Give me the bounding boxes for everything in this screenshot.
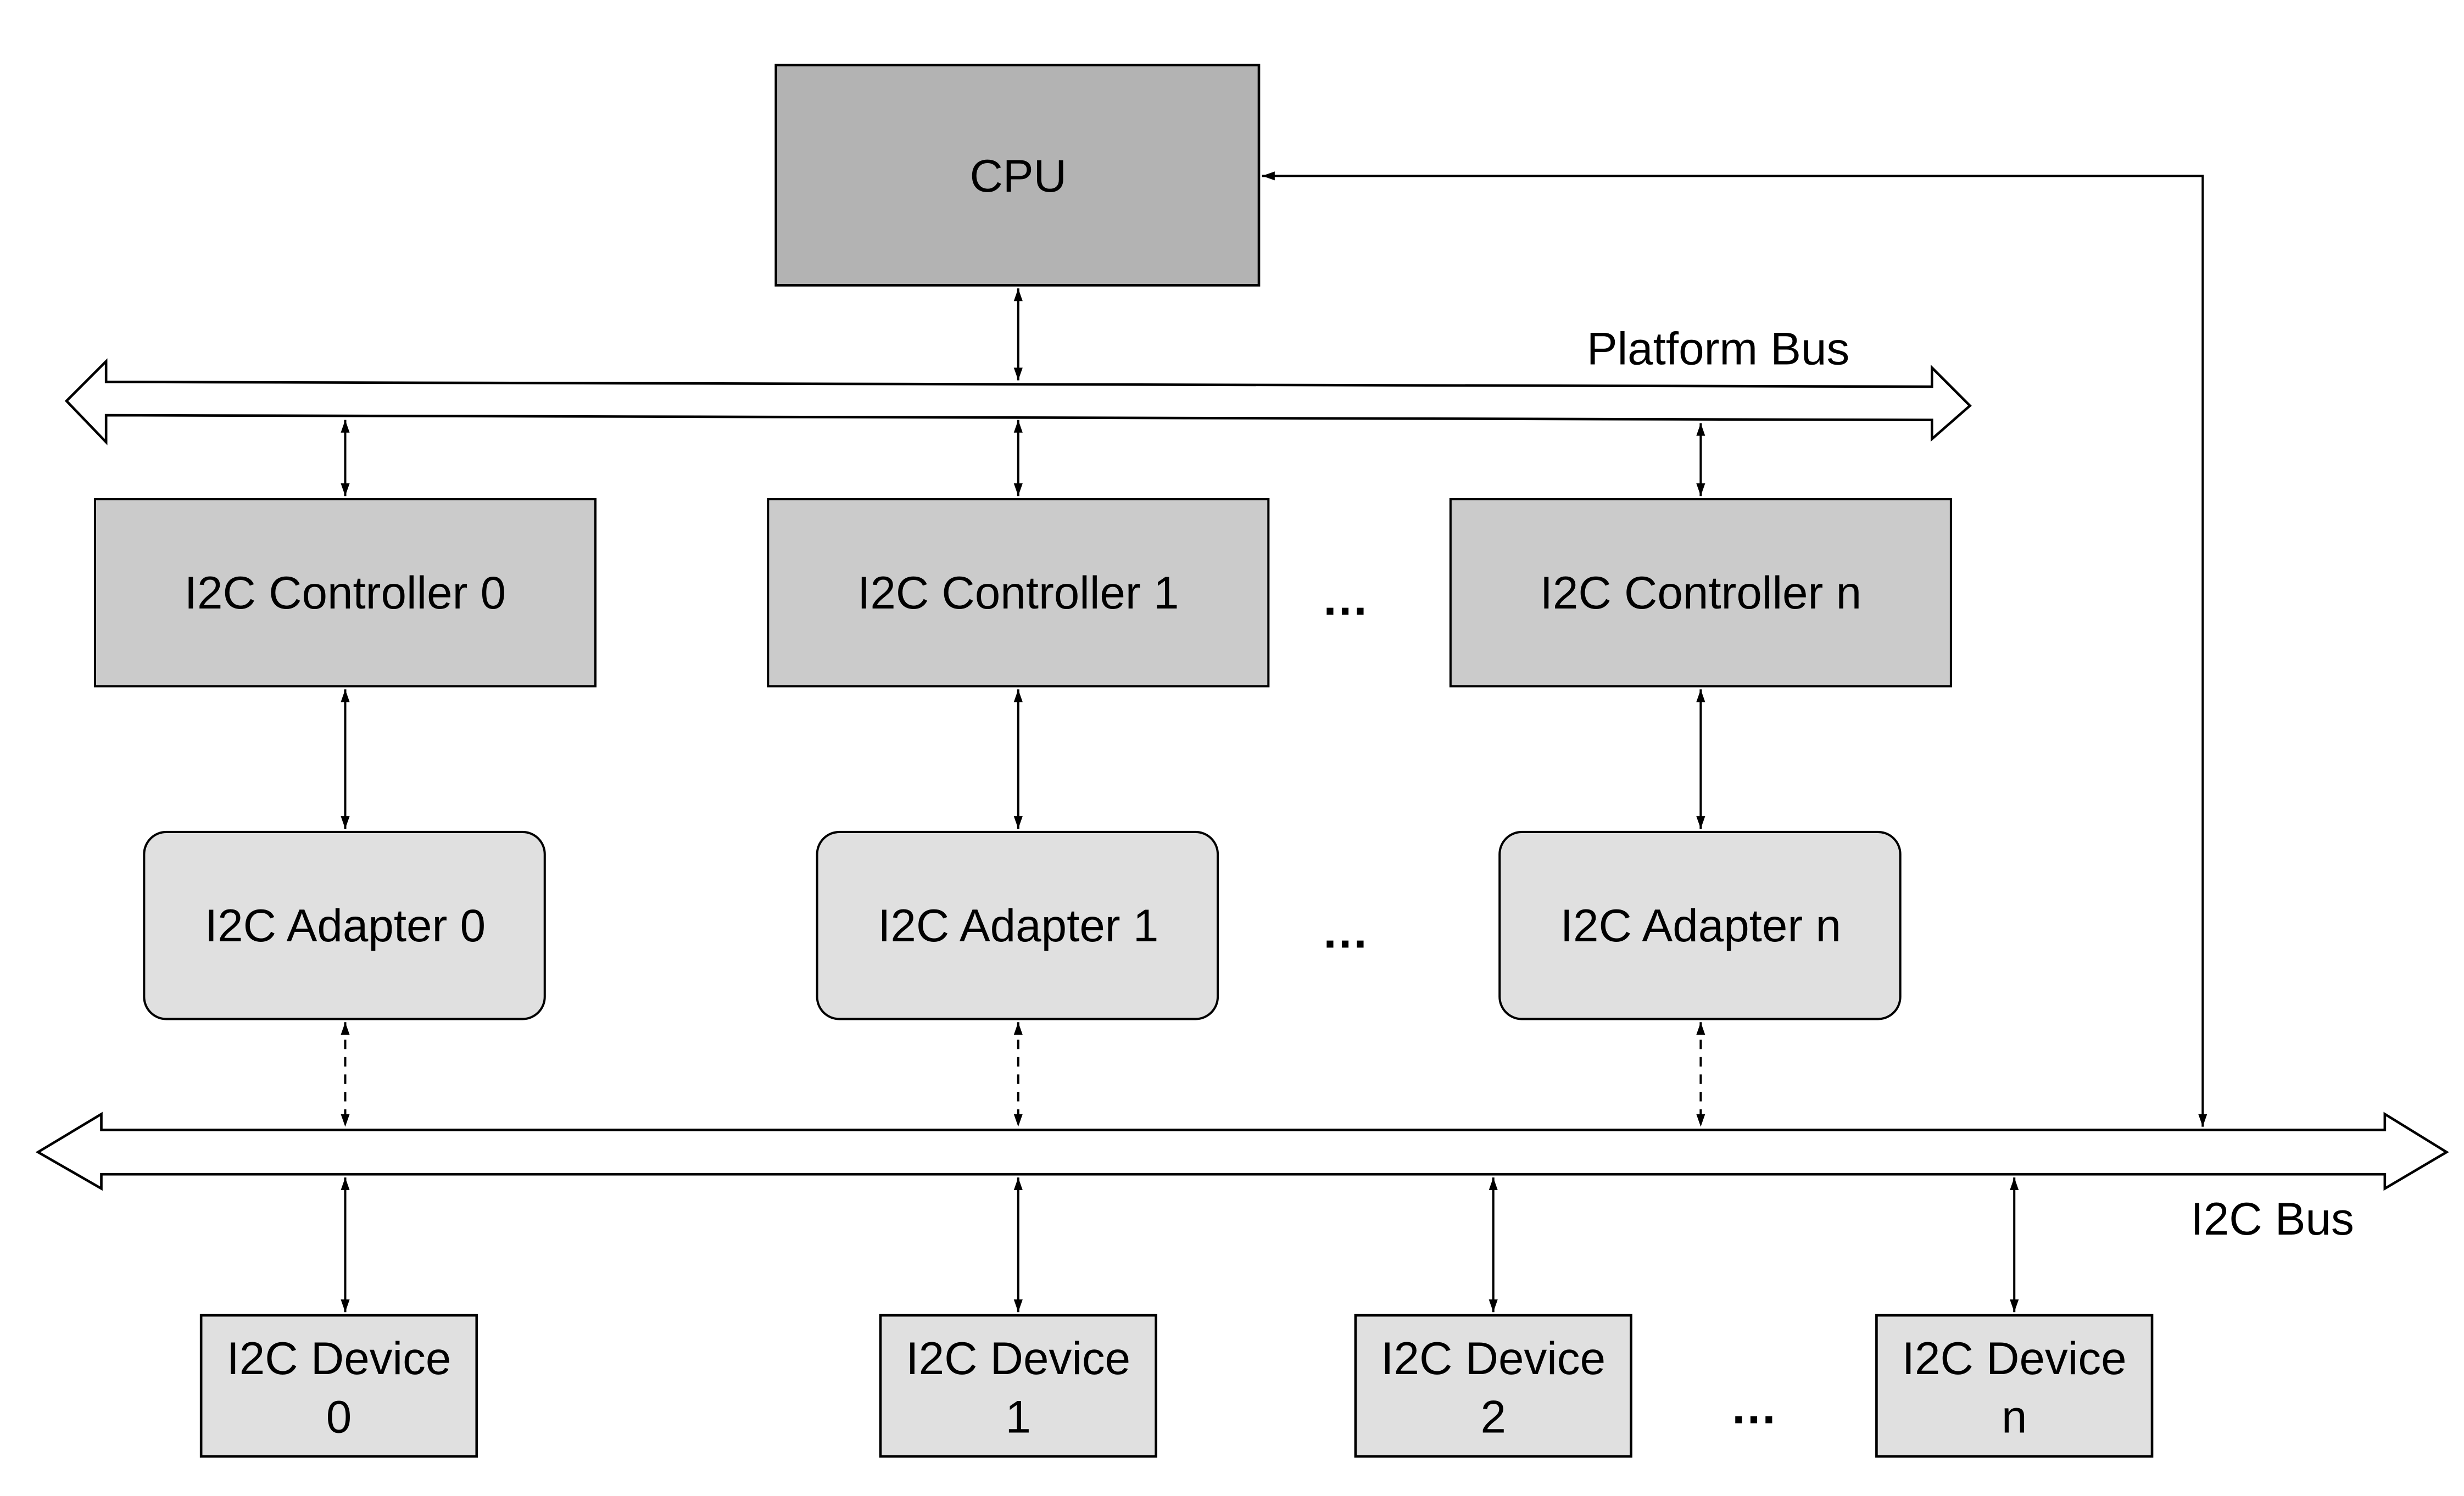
device-1-label-line1: I2C Device xyxy=(906,1332,1130,1384)
adapter-n-label: I2C Adapter n xyxy=(1560,900,1841,951)
device-2-label-line2: 2 xyxy=(1480,1391,1506,1443)
controller-n-label: I2C Controller n xyxy=(1540,567,1861,618)
controller-n[interactable]: I2C Controller n xyxy=(1449,498,1952,688)
i2c-bus-arrow xyxy=(35,1112,2449,1191)
device-0[interactable]: I2C Device 0 xyxy=(199,1314,478,1458)
cpu-label: CPU xyxy=(970,150,1067,202)
device-n-label-line1: I2C Device xyxy=(1902,1332,2127,1384)
i2c-architecture-diagram: Platform Bus I2C Bus CPU I2C Controller … xyxy=(35,64,2449,1458)
controllers-ellipsis: … xyxy=(1322,573,1370,626)
adapter-1-label: I2C Adapter 1 xyxy=(878,900,1158,951)
adapter-n[interactable]: I2C Adapter n xyxy=(1498,830,1902,1020)
adapters-ellipsis: … xyxy=(1322,906,1370,958)
devices-ellipsis: … xyxy=(1730,1381,1779,1433)
adapter-0-label: I2C Adapter 0 xyxy=(205,900,486,951)
device-1-label-line2: 1 xyxy=(1006,1391,1031,1443)
controller-1-label: I2C Controller 1 xyxy=(857,567,1179,618)
adapter-0[interactable]: I2C Adapter 0 xyxy=(143,830,546,1020)
controller-0-label: I2C Controller 0 xyxy=(185,567,506,618)
device-2-label-line1: I2C Device xyxy=(1381,1332,1605,1384)
i2c-bus-label: I2C Bus xyxy=(2190,1193,2354,1244)
device-n[interactable]: I2C Device n xyxy=(1875,1314,2154,1458)
adapter-1[interactable]: I2C Adapter 1 xyxy=(816,830,1219,1020)
device-0-label-line2: 0 xyxy=(326,1391,352,1443)
platform-bus-label: Platform Bus xyxy=(1587,323,1849,375)
i2c-bus: I2C Bus xyxy=(35,1112,2449,1244)
device-n-label-line2: n xyxy=(2002,1391,2027,1443)
cpu-block[interactable]: CPU xyxy=(774,64,1261,287)
controller-0[interactable]: I2C Controller 0 xyxy=(93,498,597,688)
device-2[interactable]: I2C Device 2 xyxy=(1354,1314,1632,1458)
controller-1[interactable]: I2C Controller 1 xyxy=(767,498,1270,688)
device-1[interactable]: I2C Device 1 xyxy=(879,1314,1157,1458)
device-0-label-line1: I2C Device xyxy=(227,1332,451,1384)
